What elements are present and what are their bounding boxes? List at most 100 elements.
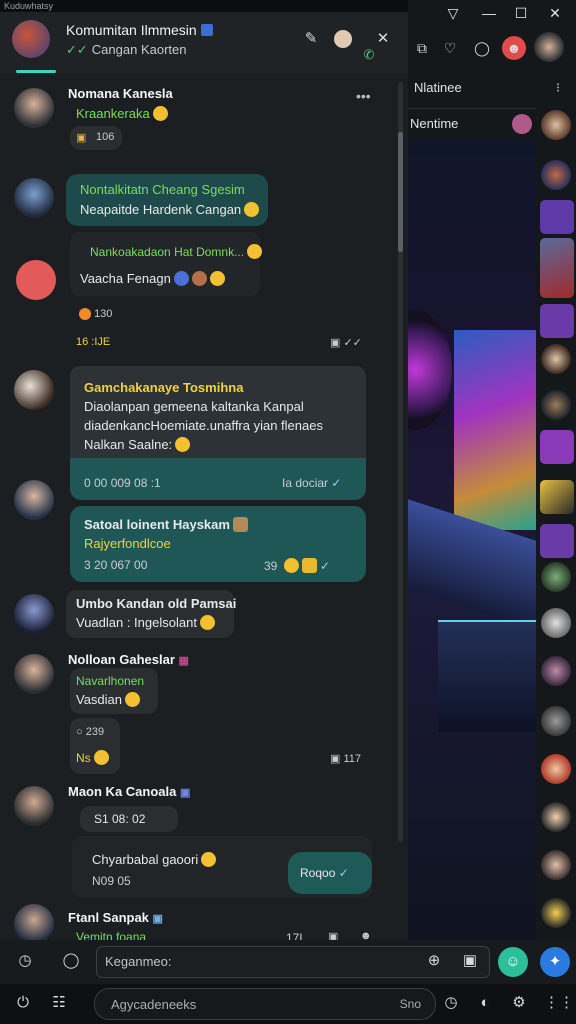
rail-tile[interactable]	[540, 430, 574, 464]
message-text: Vuadlan : Ingelsolant	[76, 615, 215, 630]
rail-avatar[interactable]	[541, 754, 571, 784]
send-button[interactable]: ✦	[540, 947, 570, 977]
attach-icon[interactable]: ⊕	[423, 950, 445, 972]
message-time: 16 :IJE	[76, 336, 111, 348]
message-count: 17L	[286, 931, 307, 940]
close-window-button[interactable]: ✕	[542, 0, 568, 26]
sender-name-text: Ftanl Sanpak	[68, 910, 149, 925]
sender-name: Umbo Kandan old Pamsai	[76, 596, 237, 611]
rail-tile[interactable]	[540, 238, 574, 298]
rail-avatar[interactable]	[541, 390, 571, 420]
rail-tile[interactable]	[540, 480, 574, 514]
avatar[interactable]	[14, 786, 54, 826]
rail-tile[interactable]	[540, 200, 574, 234]
message-text: Vasdian	[76, 692, 141, 707]
avatar[interactable]	[16, 260, 56, 300]
reply-icon[interactable]: ▣ ✓✓	[330, 336, 362, 349]
message-bubble[interactable]	[70, 232, 260, 296]
chat-icon[interactable]: ◯	[470, 36, 494, 60]
filter-icon[interactable]: ▽	[440, 0, 466, 26]
reaction-count: ○ 239	[76, 726, 105, 738]
rail-avatar[interactable]	[541, 898, 571, 928]
speaker-shape	[408, 310, 452, 430]
apps-icon[interactable]: ☷	[48, 992, 70, 1014]
rail-avatar[interactable]	[541, 160, 571, 190]
avatar[interactable]	[14, 480, 54, 520]
circle-icon[interactable]: ◯	[60, 950, 82, 972]
message-time: N09 05	[92, 874, 131, 888]
emoji-icon	[199, 615, 215, 630]
rail-avatar[interactable]	[541, 706, 571, 736]
user-avatar[interactable]	[534, 32, 564, 62]
emoji-icon[interactable]: ☻	[502, 36, 526, 60]
clock-icon[interactable]: ◷	[440, 992, 462, 1014]
avatar[interactable]	[14, 88, 54, 128]
avatar[interactable]	[14, 370, 54, 410]
reply-icon[interactable]: ▣	[328, 930, 338, 940]
status-text: Kraankeraka	[76, 106, 150, 121]
count-text: 39	[264, 559, 278, 573]
grid-icon[interactable]: ⋮⋮	[544, 992, 574, 1014]
rail-tile[interactable]	[540, 524, 574, 558]
minimize-button[interactable]: —	[476, 0, 502, 26]
status-text: Ia dociar	[282, 476, 329, 490]
emoji-icon	[301, 558, 317, 573]
avatar[interactable]	[14, 594, 54, 634]
clock-icon[interactable]: ◷	[14, 950, 36, 972]
read-tick-icon: ✓	[338, 866, 349, 880]
group-avatar[interactable]	[12, 20, 50, 58]
badge-icon: ▣	[152, 913, 163, 925]
voice-button[interactable]: ☺	[498, 947, 528, 977]
message-title: Gamchakanaye Tosmihna	[84, 380, 244, 395]
message-list[interactable]: Nomana Kanesla Kraankeraka ▣ 106 ••• Non…	[0, 74, 408, 940]
call-icon[interactable]: ✆	[358, 44, 380, 66]
rail-avatar[interactable]	[541, 344, 571, 374]
settings-icon[interactable]: ⚙	[508, 992, 530, 1014]
message-text: Vaacha Fenagn	[80, 271, 225, 286]
rail-tile[interactable]	[540, 304, 574, 338]
emoji-icon	[93, 750, 109, 765]
rail-avatar[interactable]	[541, 110, 571, 140]
avatar[interactable]	[14, 904, 54, 940]
emoji-react-icon[interactable]: ☻	[360, 930, 372, 940]
chat-header: Komumitan Ilmmesin ✓✓ Cangan Kaorten ✎ ✕ …	[0, 12, 408, 74]
message-text: Chyarbabal gaoori	[92, 852, 217, 867]
message-text: Nontalkitatn Cheang Sgesim	[80, 182, 245, 197]
message-text: Neapaitde Hardenk Cangan	[80, 202, 260, 217]
sticker-icon[interactable]: ▣	[459, 950, 481, 972]
trophy-icon: ▣	[76, 132, 87, 144]
avatar-small[interactable]	[512, 114, 532, 134]
rail-avatar[interactable]	[541, 608, 571, 638]
emoji-icon	[152, 106, 168, 121]
reaction-chip[interactable]: 130	[76, 308, 112, 320]
rail-avatar[interactable]	[541, 562, 571, 592]
scrollbar-thumb[interactable]	[398, 132, 403, 252]
emoji-icon	[173, 271, 189, 286]
avatar-small[interactable]	[334, 30, 352, 48]
maximize-button[interactable]: ☐	[508, 0, 534, 26]
emoji-icon	[175, 437, 191, 452]
avatar[interactable]	[14, 178, 54, 218]
rail-avatar[interactable]	[541, 802, 571, 832]
heart-icon[interactable]: ♡	[438, 36, 462, 60]
sender-name: Nomana Kanesla	[68, 86, 173, 101]
rail-avatar[interactable]	[541, 656, 571, 686]
more-icon[interactable]: •••	[356, 88, 371, 104]
sender-name: Nolloan Gaheslar ▦	[68, 652, 189, 667]
reply-count[interactable]: ▣ 117	[330, 752, 361, 765]
emoji-icon	[191, 271, 207, 286]
edit-icon[interactable]: ✎	[300, 28, 322, 50]
message-input[interactable]: Keganmeo: ⊕ ▣	[96, 946, 490, 978]
message-text-span: Vuadlan : Ingelsolant	[76, 615, 197, 630]
headset-icon[interactable]: ◐	[474, 992, 496, 1014]
message-count: 39 ✓	[264, 558, 330, 573]
message-time: 3 20 067 00	[84, 558, 148, 572]
taskbar-search[interactable]: Agycadeneeks Sno	[94, 988, 436, 1020]
panel-menu-icon[interactable]: ⁝	[556, 80, 560, 96]
wallpaper-image	[408, 140, 536, 940]
rail-avatar[interactable]	[541, 850, 571, 880]
back-icon[interactable]: ⧉	[410, 36, 434, 60]
message-title-text: Satoal loinent Hayskam	[84, 517, 230, 532]
start-icon[interactable]: ⏻	[12, 992, 34, 1014]
avatar[interactable]	[14, 654, 54, 694]
